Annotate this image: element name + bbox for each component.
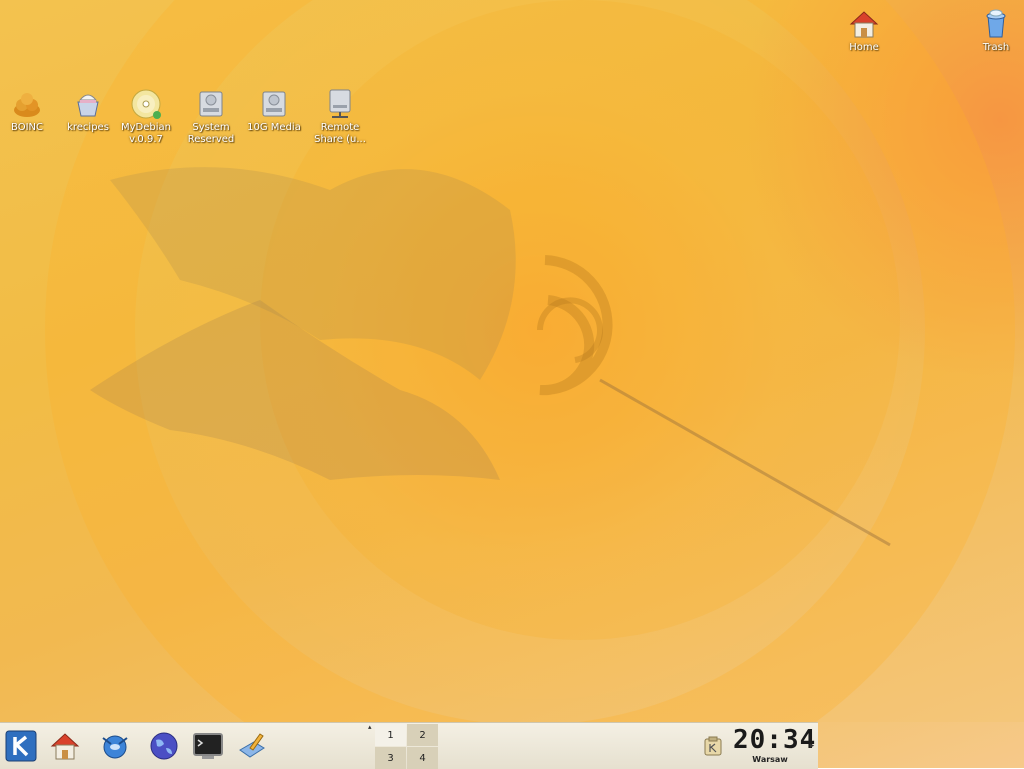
kicker-panel: 1 2 3 4 ▴ 20:34 Warsaw ▸ — [0, 722, 818, 769]
desktop-icon-label: krecipes — [67, 122, 109, 133]
desktop-icon-10g-media[interactable]: 10G Media — [241, 88, 307, 134]
konqueror-launcher[interactable] — [97, 728, 133, 764]
desktop-icon-label: Trash — [982, 42, 1010, 53]
terminal-launcher[interactable] — [190, 728, 226, 764]
pager-desktop-label: 1 — [387, 729, 394, 741]
terminal-icon — [193, 733, 223, 759]
pager-desktop-3[interactable]: 3 — [375, 747, 406, 769]
harddisk-icon — [262, 91, 286, 117]
desktop-icon-mydebian[interactable]: MyDebian v.0.9.7 — [113, 88, 179, 146]
desktop-icon-boinc[interactable]: BOINC — [0, 88, 60, 134]
konqueror-icon — [102, 735, 128, 759]
desktop-pager: 1 2 3 4 ▴ — [368, 723, 438, 769]
desktop-icon-label: MyDebian v.0.9.7 — [121, 122, 171, 145]
desktop[interactable]: BOINC krecipes MyDebian v.0.9.7 System R… — [0, 0, 1024, 722]
editor-launcher[interactable] — [234, 728, 270, 764]
desktop-icon-home[interactable]: Home — [831, 8, 897, 54]
clock-timezone: Warsaw — [752, 755, 788, 764]
desktop-icon-label: System Reserved — [187, 122, 235, 145]
home-icon — [50, 733, 80, 760]
desktop-icon-trash[interactable]: Trash — [963, 8, 1024, 54]
harddisk-icon — [199, 91, 223, 117]
trash-icon — [986, 9, 1006, 38]
pager-desktop-label: 4 — [419, 752, 426, 764]
pager-desktop-4[interactable]: 4 — [407, 747, 438, 769]
network-drive-icon — [329, 89, 351, 118]
boinc-icon — [14, 93, 40, 117]
home-launcher[interactable] — [47, 728, 83, 764]
desktop-icon-label: Home — [849, 42, 879, 53]
desktop-strip — [818, 722, 1024, 768]
home-icon — [849, 11, 879, 38]
cdrom-icon — [131, 89, 161, 119]
panel-hide-arrow-icon[interactable]: ▸ — [806, 737, 818, 755]
desktop-icon-krecipes[interactable]: krecipes — [55, 88, 121, 134]
klipper-tray-button[interactable] — [700, 728, 726, 764]
pager-desktop-label: 3 — [387, 752, 394, 764]
k-menu-icon — [5, 730, 37, 762]
krecipes-icon — [77, 94, 99, 117]
desktop-icon-label: Remote Share (u... — [314, 122, 366, 145]
pager-desktop-2[interactable]: 2 — [407, 724, 438, 746]
desktop-icon-remote-share[interactable]: Remote Share (u... — [307, 88, 373, 146]
clock[interactable]: 20:34 Warsaw — [733, 725, 817, 767]
kwrite-icon — [239, 733, 265, 758]
clock-time: 20:34 — [733, 725, 817, 755]
taskbar — [440, 725, 690, 767]
pager-desktop-label: 2 — [419, 729, 426, 741]
globe-icon — [150, 732, 178, 760]
pager-desktop-1[interactable]: 1 — [375, 724, 406, 746]
desktop-icon-label: BOINC — [11, 122, 43, 133]
desktop-icon-label: 10G Media — [247, 122, 301, 133]
klipper-icon — [704, 736, 722, 756]
pager-handle-arrow-icon[interactable]: ▴ — [368, 723, 372, 731]
k-menu-button[interactable] — [3, 728, 39, 764]
desktop-icon-system-reserved[interactable]: System Reserved — [178, 88, 244, 146]
browser-launcher[interactable] — [146, 728, 182, 764]
